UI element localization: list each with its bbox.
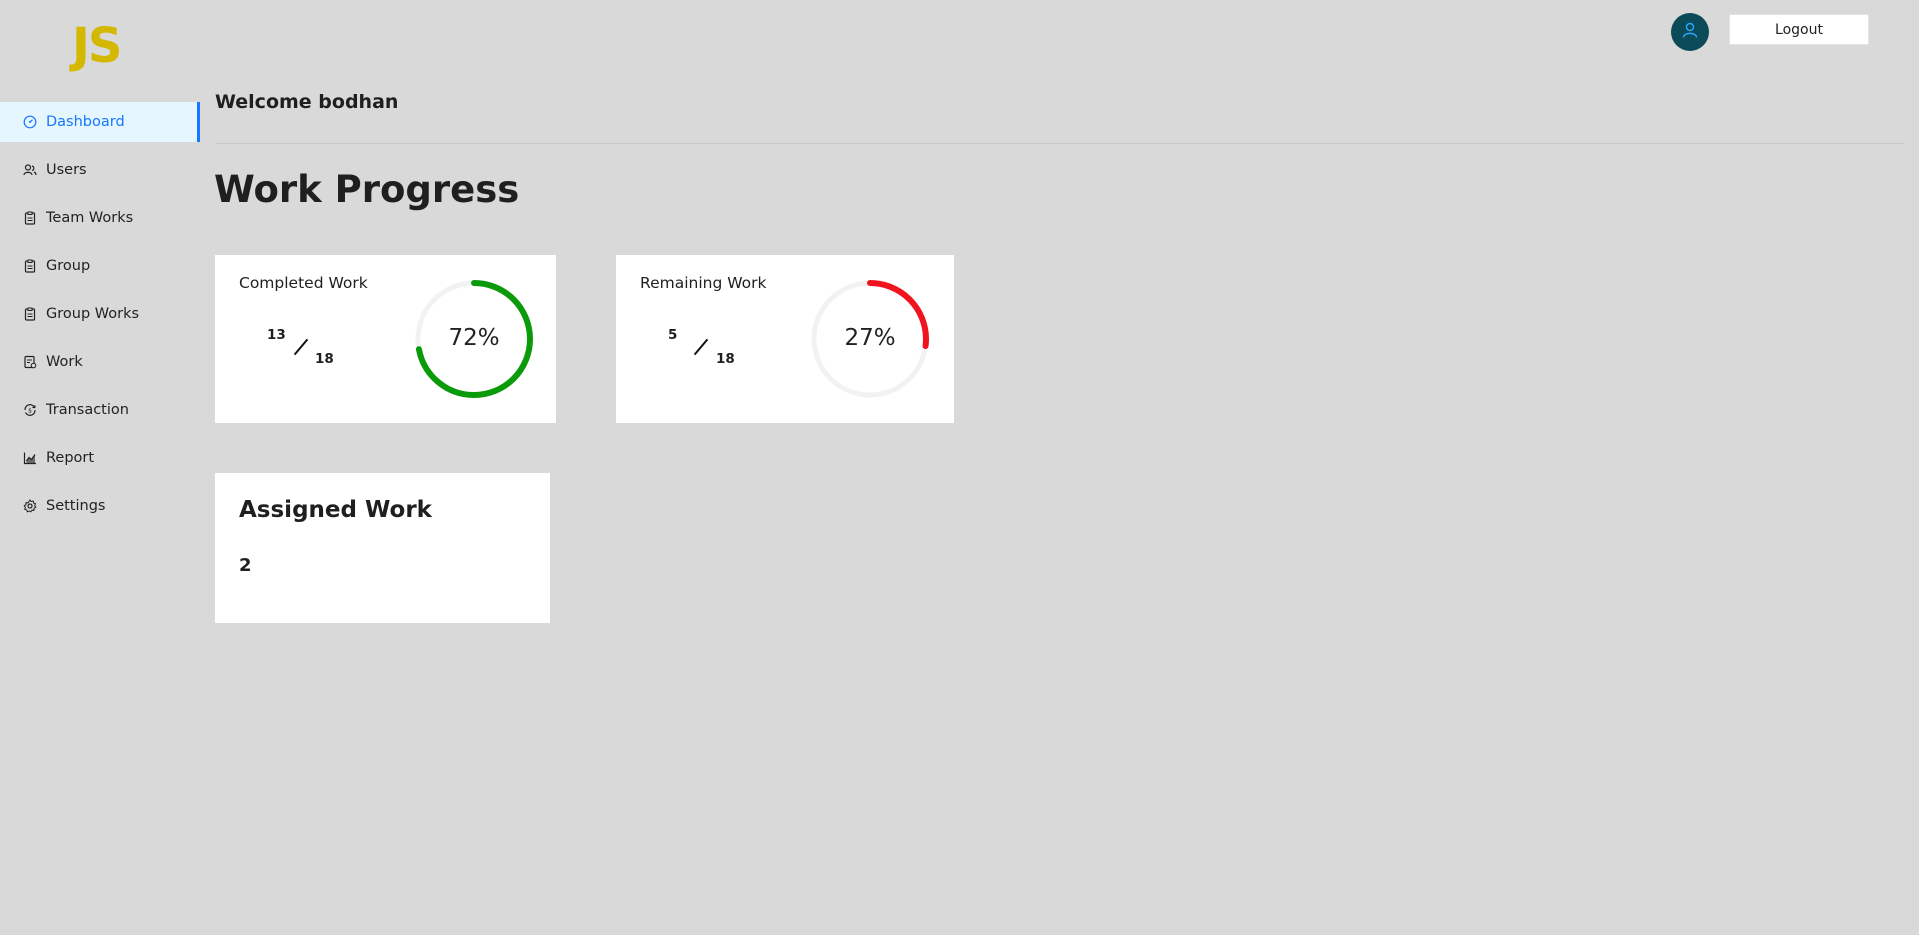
completed-count: 13 (267, 327, 286, 343)
transaction-icon: $ (23, 403, 37, 417)
sidebar-item-dashboard[interactable]: Dashboard (0, 102, 200, 142)
sidebar-item-label: Dashboard (46, 114, 125, 130)
user-avatar[interactable] (1671, 13, 1709, 51)
sidebar-item-label: Team Works (46, 210, 134, 226)
completed-percent: 72% (448, 325, 500, 351)
remaining-work-card: Remaining Work 5 18 27% (616, 255, 954, 423)
sidebar-item-transaction[interactable]: $ Transaction (0, 390, 200, 430)
assigned-work-title: Assigned Work (239, 497, 432, 523)
assigned-work-count: 2 (239, 555, 252, 576)
sidebar-item-settings[interactable]: Settings (0, 486, 200, 526)
sidebar-item-label: Settings (46, 498, 106, 514)
assigned-work-card: Assigned Work 2 (215, 473, 550, 623)
clipboard-icon (23, 307, 37, 321)
sidebar-item-group[interactable]: Group (0, 246, 200, 286)
remaining-percent: 27% (844, 325, 896, 351)
welcome-message: Welcome bodhan (215, 91, 399, 113)
sidebar-item-label: Group Works (46, 306, 140, 322)
sidebar-item-team-works[interactable]: Team Works (0, 198, 200, 238)
remaining-total: 18 (716, 351, 735, 367)
sidebar-item-label: Transaction (46, 402, 129, 418)
sidebar: Dashboard Users Team Works Group Group W… (0, 102, 200, 534)
header-divider (215, 143, 1905, 144)
logout-button[interactable]: Logout (1729, 14, 1869, 45)
page-title: Work Progress (214, 168, 520, 211)
sidebar-item-report[interactable]: Report (0, 438, 200, 478)
fraction-slash (293, 338, 309, 356)
app-logo: JS (72, 18, 122, 74)
sidebar-item-label: Report (46, 450, 95, 466)
dashboard-icon (23, 115, 37, 129)
clipboard-icon (23, 211, 37, 225)
completed-work-title: Completed Work (239, 274, 368, 292)
sidebar-item-label: Users (46, 162, 87, 178)
users-icon (23, 163, 37, 177)
remaining-count: 5 (668, 327, 678, 343)
sidebar-item-label: Work (46, 354, 83, 370)
gear-icon (23, 499, 37, 513)
svg-text:$: $ (28, 407, 32, 414)
sidebar-item-users[interactable]: Users (0, 150, 200, 190)
chart-icon (23, 451, 37, 465)
completed-total: 18 (315, 351, 334, 367)
remaining-work-title: Remaining Work (640, 274, 767, 292)
user-icon (1681, 21, 1699, 43)
clipboard-icon (23, 259, 37, 273)
sidebar-item-label: Group (46, 258, 91, 274)
sidebar-item-work[interactable]: Work (0, 342, 200, 382)
fraction-slash (693, 338, 709, 356)
completed-work-card: Completed Work 13 18 72% (215, 255, 556, 423)
work-icon (23, 355, 37, 369)
sidebar-item-group-works[interactable]: Group Works (0, 294, 200, 334)
